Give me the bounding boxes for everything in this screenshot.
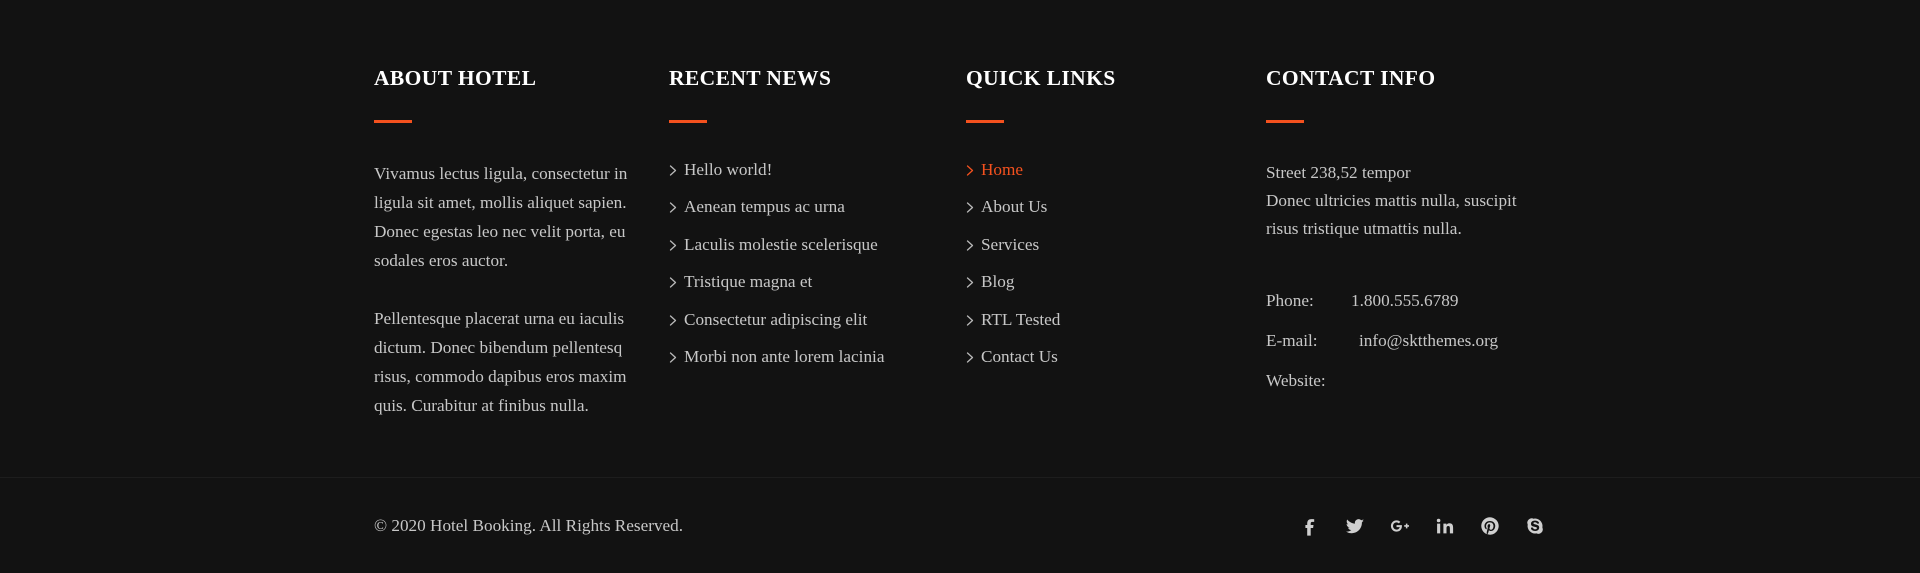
- quick-link[interactable]: Services: [981, 234, 1039, 256]
- footer-column-about: ABOUT HOTEL Vivamus lectus ligula, conse…: [374, 66, 669, 420]
- contact-details: Phone: 1.800.555.6789 E-mail: info@sktth…: [1266, 290, 1606, 392]
- address-line: Street 238,52 tempor: [1266, 162, 1411, 182]
- email-value[interactable]: info@sktthemes.org: [1351, 330, 1498, 352]
- footer-column-recent-news: RECENT NEWS Hello world! Aenean tempus a…: [669, 66, 966, 420]
- contact-info-title-accent-bar: [1266, 119, 1304, 123]
- recent-news-link[interactable]: Morbi non ante lorem lacinia: [684, 346, 884, 368]
- list-item[interactable]: Hello world!: [669, 159, 966, 181]
- list-item[interactable]: Morbi non ante lorem lacinia: [669, 346, 966, 368]
- quick-link-item-about-us[interactable]: About Us: [966, 196, 1266, 218]
- contact-detail-website: Website:: [1266, 370, 1606, 392]
- recent-news-title-accent-bar: [669, 119, 707, 123]
- quick-link-item-services[interactable]: Services: [966, 234, 1266, 256]
- address-line: risus tristique utmattis nulla.: [1266, 218, 1462, 238]
- contact-detail-phone: Phone: 1.800.555.6789: [1266, 290, 1606, 312]
- contact-info-column-title: CONTACT INFO: [1266, 66, 1436, 90]
- quick-link-item-rtl-tested[interactable]: RTL Tested: [966, 309, 1266, 331]
- address-line: Donec ultricies mattis nulla, suscipit: [1266, 190, 1517, 210]
- chevron-right-icon: [669, 234, 684, 251]
- recent-news-column-title: RECENT NEWS: [669, 66, 832, 90]
- quick-link-item-blog[interactable]: Blog: [966, 271, 1266, 293]
- list-item[interactable]: Tristique magna et: [669, 271, 966, 293]
- footer-columns-area: ABOUT HOTEL Vivamus lectus ligula, conse…: [0, 0, 1920, 420]
- chevron-right-icon: [966, 309, 981, 326]
- quick-link-item-contact-us[interactable]: Contact Us: [966, 346, 1266, 368]
- phone-label: Phone:: [1266, 290, 1314, 310]
- about-paragraph-1: Vivamus lectus ligula, consectetur in li…: [374, 163, 628, 270]
- quick-links-title-accent-bar: [966, 119, 1004, 123]
- recent-news-link[interactable]: Consectetur adipiscing elit: [684, 309, 867, 331]
- pinterest-icon[interactable]: [1479, 515, 1501, 537]
- quick-link[interactable]: Blog: [981, 271, 1014, 293]
- facebook-icon[interactable]: [1299, 515, 1321, 537]
- address-block: Street 238,52 tempor Donec ultricies mat…: [1266, 159, 1606, 243]
- quick-link[interactable]: RTL Tested: [981, 309, 1060, 331]
- footer-bottom-bar: © 2020 Hotel Booking. All Rights Reserve…: [0, 477, 1920, 573]
- about-title-accent-bar: [374, 119, 412, 123]
- quick-links-column-title: QUICK LINKS: [966, 66, 1116, 90]
- social-links: [1299, 515, 1546, 537]
- chevron-right-icon: [669, 346, 684, 363]
- chevron-right-icon: [669, 196, 684, 213]
- quick-link[interactable]: Home: [981, 159, 1023, 181]
- quick-link-item-home[interactable]: Home: [966, 159, 1266, 181]
- about-column-title: ABOUT HOTEL: [374, 66, 537, 90]
- footer-columns: ABOUT HOTEL Vivamus lectus ligula, conse…: [0, 66, 1920, 420]
- about-paragraph-2: Pellentesque placerat urna eu iaculis di…: [374, 308, 627, 415]
- recent-news-link[interactable]: Aenean tempus ac urna: [684, 196, 845, 218]
- chevron-right-icon: [669, 271, 684, 288]
- linkedin-icon[interactable]: [1434, 515, 1456, 537]
- quick-link[interactable]: About Us: [981, 196, 1047, 218]
- chevron-right-icon: [966, 234, 981, 251]
- list-item[interactable]: Consectetur adipiscing elit: [669, 309, 966, 331]
- list-item[interactable]: Laculis molestie scelerisque: [669, 234, 966, 256]
- chevron-right-icon: [966, 346, 981, 363]
- footer-column-quick-links: QUICK LINKS Home About Us Services Blog …: [966, 66, 1266, 420]
- google-plus-icon[interactable]: [1389, 515, 1411, 537]
- quick-link[interactable]: Contact Us: [981, 346, 1058, 368]
- recent-news-link[interactable]: Hello world!: [684, 159, 772, 181]
- chevron-right-icon: [966, 271, 981, 288]
- phone-value[interactable]: 1.800.555.6789: [1351, 290, 1458, 312]
- list-item[interactable]: Aenean tempus ac urna: [669, 196, 966, 218]
- site-footer: ABOUT HOTEL Vivamus lectus ligula, conse…: [0, 0, 1920, 573]
- twitter-icon[interactable]: [1344, 515, 1366, 537]
- quick-links-list: Home About Us Services Blog RTL Tested C…: [966, 159, 1266, 369]
- chevron-right-icon: [966, 196, 981, 213]
- recent-news-link[interactable]: Laculis molestie scelerisque: [684, 234, 878, 256]
- recent-news-list: Hello world! Aenean tempus ac urna Lacul…: [669, 159, 966, 369]
- recent-news-link[interactable]: Tristique magna et: [684, 271, 812, 293]
- footer-column-contact-info: CONTACT INFO Street 238,52 tempor Donec …: [1266, 66, 1606, 420]
- skype-icon[interactable]: [1524, 515, 1546, 537]
- chevron-right-icon: [669, 309, 684, 326]
- chevron-right-icon: [966, 159, 981, 176]
- chevron-right-icon: [669, 159, 684, 176]
- email-label: E-mail:: [1266, 330, 1318, 350]
- copyright-text: © 2020 Hotel Booking. All Rights Reserve…: [374, 515, 684, 535]
- website-label: Website:: [1266, 370, 1326, 390]
- contact-detail-email: E-mail: info@sktthemes.org: [1266, 330, 1606, 352]
